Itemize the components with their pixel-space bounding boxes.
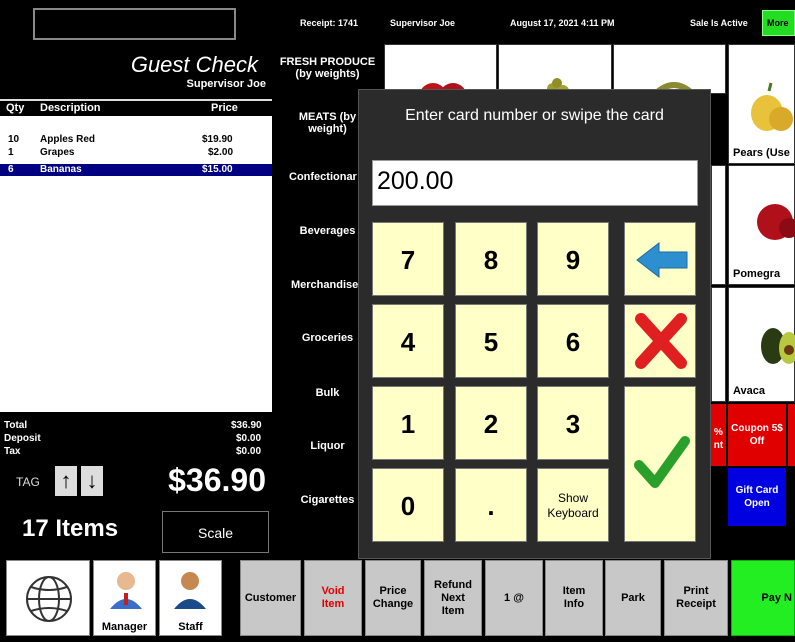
globe-button[interactable] [6,560,90,636]
row-description: Bananas [40,164,82,175]
more-button[interactable]: More [762,10,795,36]
refund-next-item-button[interactable]: Refund Next Item [424,560,482,636]
row-qty: 6 [8,164,14,175]
staff-label: Staff [178,621,203,633]
banana-icon [651,82,697,98]
dialog-title: Enter card number or swipe the card [405,107,664,124]
product-label: Pomegra [733,268,781,280]
price-header: Price [211,102,238,114]
key-decimal[interactable]: . [455,468,527,542]
apple-icon [419,83,467,111]
guest-check-title: Guest Check [130,52,258,77]
scale-button[interactable]: Scale [162,511,269,553]
close-icon [635,313,687,369]
product-bananas-tile[interactable] [613,44,726,98]
table-row[interactable]: 10 Apples Red $19.90 [0,134,272,146]
row-qty: 1 [8,147,14,158]
barcode-input[interactable] [33,8,236,40]
clear-button[interactable] [624,304,696,378]
key-4[interactable]: 4 [372,304,444,378]
promo-button[interactable] [788,404,795,466]
total-value: $36.90 [231,420,262,431]
category-fresh-produce[interactable]: FRESH PRODUCE (by weights) [272,56,383,80]
item-info-button[interactable]: Item Info [545,560,603,636]
product-tile[interactable] [711,287,726,402]
key-2[interactable]: 2 [455,386,527,460]
product-pears-tile[interactable]: Pears (Use [728,44,795,164]
check-icon [634,436,690,488]
show-keyboard-button[interactable]: Show Keyboard [537,468,609,542]
key-1[interactable]: 1 [372,386,444,460]
key-8[interactable]: 8 [455,222,527,296]
guest-check-header: Qty Description Price [0,99,272,115]
key-5[interactable]: 5 [455,304,527,378]
park-button[interactable]: Park [605,560,661,636]
coupon-button[interactable]: Coupon 5$ Off [728,404,786,466]
deposit-label: Deposit [4,433,41,444]
guest-check-list[interactable]: 10 Apples Red $19.90 1 Grapes $2.00 6 Ba… [0,116,272,412]
grapes-icon [547,78,569,97]
manager-button[interactable]: Manager [93,560,156,636]
row-price: $19.90 [202,134,233,145]
arrow-down-icon[interactable]: ↓ [81,466,103,496]
arrow-up-icon[interactable]: ↑ [55,466,77,496]
row-description: Apples Red [40,134,96,145]
key-0[interactable]: 0 [372,468,444,542]
gift-card-button[interactable]: Gift Card Open [728,468,786,526]
manager-label: Manager [101,621,148,633]
product-avocado-tile[interactable]: Avaca [728,287,795,402]
arrow-left-icon [636,241,688,279]
price-change-button[interactable]: Price Change [365,560,421,636]
product-grapes-tile[interactable] [498,44,612,97]
backspace-button[interactable] [624,222,696,296]
void-item-button[interactable]: Void Item [304,560,362,636]
guest-check-subtitle: Supervisor Joe [186,78,266,90]
key-9[interactable]: 9 [537,222,609,296]
pay-now-button[interactable]: Pay N [731,560,795,636]
row-qty: 10 [8,134,20,145]
card-number-input[interactable]: 200.00 [372,160,698,206]
one-at-button[interactable]: 1 @ [485,560,543,636]
globe-icon [26,576,72,622]
sale-status: Sale Is Active [690,18,748,28]
row-description: Grapes [40,147,75,158]
items-count: 17 Items [22,515,119,542]
promo-button[interactable]: % nt [711,404,726,466]
staff-button[interactable]: Staff [159,560,222,636]
product-tile[interactable] [711,165,726,285]
key-3[interactable]: 3 [537,386,609,460]
key-7[interactable]: 7 [372,222,444,296]
description-header: Description [40,102,101,114]
table-row[interactable]: 1 Grapes $2.00 [0,147,272,159]
manager-icon [110,572,142,609]
product-pomegranate-tile[interactable]: Pomegra [728,165,795,285]
total-label: Total [4,420,28,431]
confirm-button[interactable] [624,386,696,542]
table-row-selected[interactable]: 6 Bananas $15.00 [0,164,272,176]
print-receipt-button[interactable]: Print Receipt [664,560,728,636]
key-6[interactable]: 6 [537,304,609,378]
tax-label: Tax [4,446,21,457]
product-apples-tile[interactable] [384,44,497,111]
staff-icon [174,572,206,609]
pomegranate-icon [757,204,795,240]
row-price: $15.00 [202,164,233,175]
grand-total: $36.90 [168,462,266,498]
qty-header: Qty [6,102,25,114]
product-label: Avaca [733,385,766,397]
tax-value: $0.00 [236,446,262,457]
receipt-number: Receipt: 1741 [300,18,359,28]
row-price: $2.00 [208,147,234,158]
date-time: August 17, 2021 4:11 PM [510,18,615,28]
current-user: Supervisor Joe [390,18,456,28]
deposit-value: $0.00 [236,433,262,444]
product-label: Pears (Use [733,147,790,159]
customer-button[interactable]: Customer [240,560,301,636]
tag-label: TAG [16,475,40,489]
avocado-icon [761,328,795,364]
pear-icon [751,82,793,131]
